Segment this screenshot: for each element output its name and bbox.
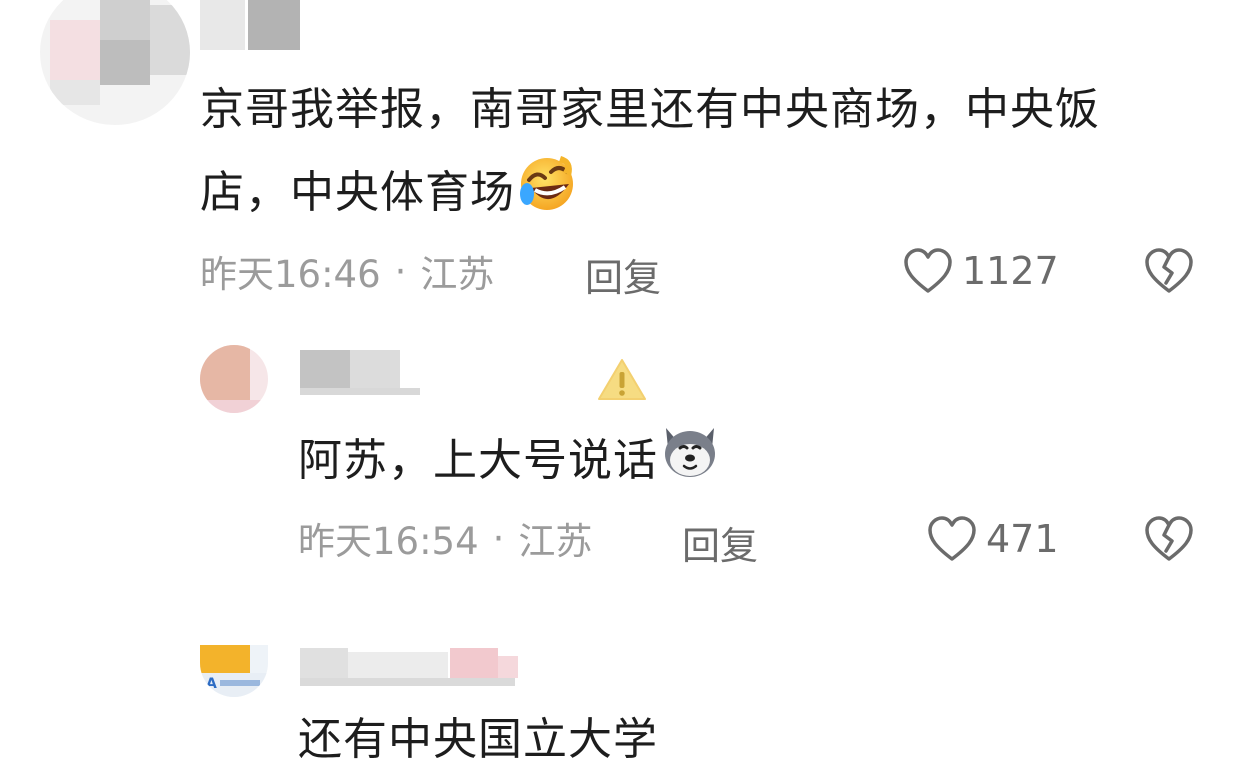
broken-heart-icon: [1145, 248, 1193, 293]
dislike-button[interactable]: [1143, 515, 1195, 567]
reply-text: 阿苏，上大号说话: [298, 418, 1198, 508]
reply-text: 还有中央国立大学: [298, 700, 1198, 780]
like-button[interactable]: 471: [926, 515, 1059, 563]
reply-location: 江苏: [518, 520, 593, 563]
husky-dog-emoji-icon: [658, 418, 722, 508]
heart-outline-icon: [928, 516, 976, 561]
warning-icon: [598, 359, 646, 400]
comment-line-2: 店，中央体育场: [200, 150, 1220, 240]
reply-button[interactable]: 回复: [585, 247, 661, 302]
svg-text:A: A: [206, 676, 217, 692]
meta-separator: ·: [394, 249, 407, 293]
username-blurred[interactable]: [200, 0, 300, 50]
comment-meta: 昨天16:46 · 江苏: [200, 248, 494, 297]
reply-time: 昨天16:54: [298, 520, 479, 563]
broken-heart-icon: [1145, 516, 1193, 561]
avatar[interactable]: [200, 345, 268, 413]
rolling-laughing-emoji-icon: [515, 150, 579, 240]
reply-text-content: 阿苏，上大号说话: [298, 435, 658, 486]
username-blurred[interactable]: [300, 648, 530, 688]
like-count: 471: [986, 517, 1059, 561]
username-blurred[interactable]: [300, 350, 430, 395]
like-button[interactable]: 1127: [902, 247, 1059, 295]
comment-location: 江苏: [420, 253, 495, 296]
heart-outline-icon: [904, 248, 952, 293]
like-count: 1127: [962, 249, 1059, 293]
avatar[interactable]: A: [200, 645, 268, 697]
dislike-button[interactable]: [1143, 247, 1195, 299]
comment-line-1: 京哥我举报，南哥家里还有中央商场，中央饭: [200, 84, 1100, 135]
reply-text-content: 还有中央国立大学: [298, 714, 658, 765]
avatar[interactable]: [40, 0, 190, 125]
meta-separator: ·: [492, 516, 505, 560]
reply-button[interactable]: 回复: [682, 515, 758, 570]
reply-meta: 昨天16:54 · 江苏: [298, 515, 592, 564]
comment-time: 昨天16:46: [200, 253, 381, 296]
comment-text: 京哥我举报，南哥家里还有中央商场，中央饭 店，中央体育场: [200, 70, 1220, 240]
